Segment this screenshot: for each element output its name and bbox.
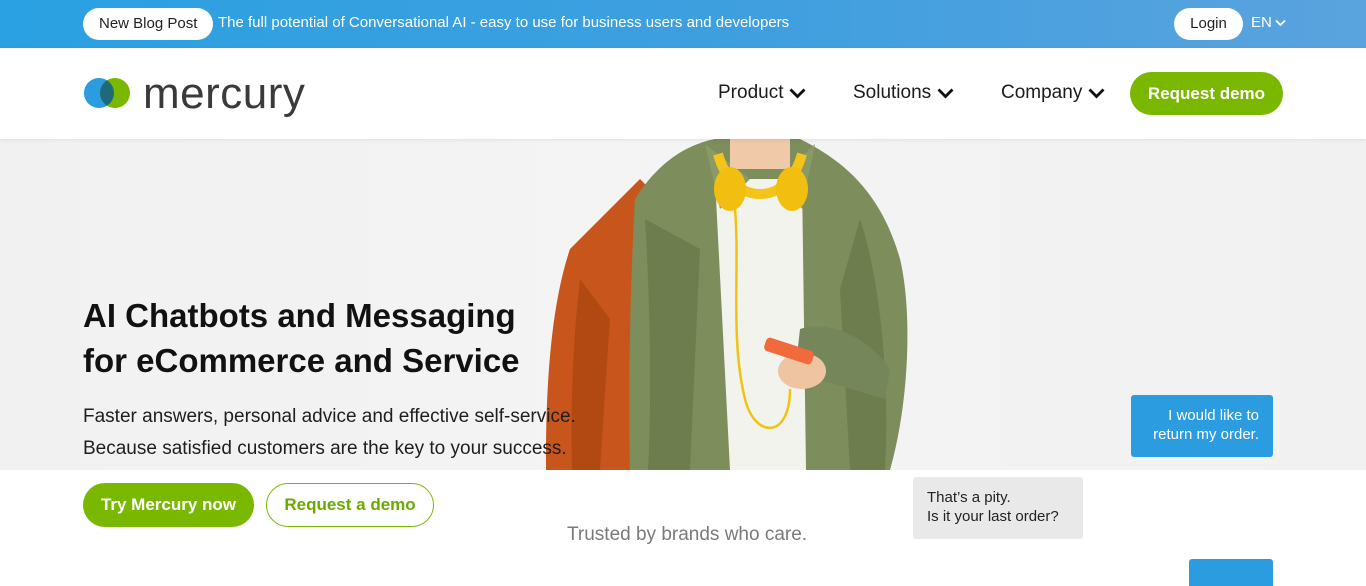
try-mercury-button[interactable]: Try Mercury now bbox=[83, 483, 254, 527]
language-label: EN bbox=[1251, 14, 1272, 31]
login-button[interactable]: Login bbox=[1174, 8, 1243, 40]
subtext-line-1: Faster answers, personal advice and effe… bbox=[83, 406, 576, 427]
announcement-text[interactable]: The full potential of Conversational AI … bbox=[218, 14, 789, 31]
request-demo-button[interactable]: Request demo bbox=[1130, 72, 1283, 115]
logo-mark-icon bbox=[83, 78, 131, 110]
site-header: mercury Product Solutions Company Reques… bbox=[0, 48, 1366, 139]
trusted-by-text: Trusted by brands who care. bbox=[567, 524, 808, 545]
chevron-down-icon bbox=[1088, 88, 1105, 98]
bot-message-line-1: That’s a pity. bbox=[927, 489, 1011, 506]
nav-product-label: Product bbox=[718, 82, 784, 103]
chat-bubble-user: I would like to return my order. bbox=[1131, 395, 1273, 457]
hero-subtext: Faster answers, personal advice and effe… bbox=[83, 401, 576, 465]
headline-line-2: for eCommerce and Service bbox=[83, 342, 520, 379]
brand-wordmark: mercury bbox=[143, 69, 306, 118]
user-message-line-1: I would like to bbox=[1168, 407, 1259, 424]
request-a-demo-button[interactable]: Request a demo bbox=[266, 483, 434, 527]
hero-person-image bbox=[545, 139, 908, 470]
nav-company[interactable]: Company bbox=[1001, 82, 1105, 104]
chevron-down-icon bbox=[937, 88, 954, 98]
new-blog-post-badge[interactable]: New Blog Post bbox=[83, 8, 214, 40]
subtext-line-2: Because satisfied customers are the key … bbox=[83, 438, 567, 459]
hero-headline: AI Chatbots and Messaging for eCommerce … bbox=[83, 293, 520, 383]
headline-line-1: AI Chatbots and Messaging bbox=[83, 297, 516, 334]
chat-bubble-bot: That’s a pity. Is it your last order? bbox=[913, 477, 1083, 539]
chevron-down-icon bbox=[789, 88, 806, 98]
nav-solutions-label: Solutions bbox=[853, 82, 932, 103]
nav-solutions[interactable]: Solutions bbox=[853, 82, 954, 104]
bot-message-line-2: Is it your last order? bbox=[927, 508, 1059, 525]
chat-bubble-partial bbox=[1189, 559, 1273, 586]
announcement-bar: New Blog Post The full potential of Conv… bbox=[0, 0, 1366, 48]
mercury-logo[interactable]: mercury bbox=[83, 69, 306, 118]
nav-product[interactable]: Product bbox=[718, 82, 806, 104]
language-selector[interactable]: EN bbox=[1251, 14, 1286, 31]
nav-company-label: Company bbox=[1001, 82, 1083, 103]
chevron-down-icon bbox=[1275, 19, 1286, 26]
user-message-line-2: return my order. bbox=[1153, 426, 1259, 443]
